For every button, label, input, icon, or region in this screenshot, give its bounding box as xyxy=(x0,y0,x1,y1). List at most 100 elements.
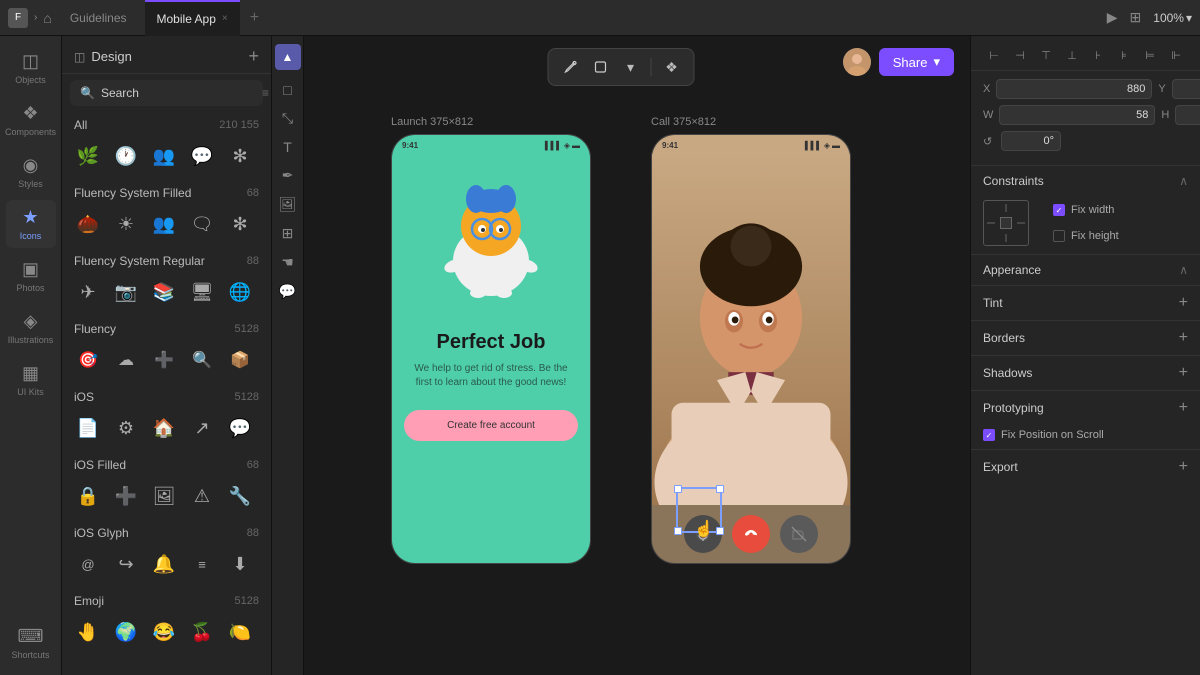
icon-cell[interactable]: 🌐 xyxy=(222,274,258,310)
icon-cell[interactable]: 🔔 xyxy=(146,546,182,582)
sidebar-item-illustrations[interactable]: ◈ Illustrations xyxy=(6,304,56,352)
icon-cell[interactable]: 📚 xyxy=(146,274,182,310)
icon-cell[interactable]: 🗨 xyxy=(184,206,220,242)
shadows-section-header[interactable]: Shadows + xyxy=(971,355,1200,390)
icon-cell[interactable]: 🍒 xyxy=(184,614,220,650)
icon-cell[interactable]: ☀ xyxy=(108,206,144,242)
comment-tool[interactable]: 💬 xyxy=(275,279,300,304)
icon-cell[interactable]: ⚠ xyxy=(184,478,220,514)
pen-tool[interactable]: ✒ xyxy=(278,163,298,188)
play-icon[interactable]: ▶ xyxy=(1107,9,1118,26)
icon-cell[interactable]: 🖥 xyxy=(184,274,220,310)
home-icon[interactable]: ⌂ xyxy=(43,10,51,26)
icon-cell[interactable]: 🖼 xyxy=(146,478,182,514)
select-tool[interactable]: ▲ xyxy=(275,44,301,70)
constraints-section-header[interactable]: Constraints ∧ xyxy=(971,166,1200,196)
icon-cell[interactable]: 🤚 xyxy=(70,614,106,650)
icon-cell[interactable]: 🌍 xyxy=(108,614,144,650)
scale-tool[interactable]: ⤡ xyxy=(278,106,297,131)
icon-cell[interactable]: ↪ xyxy=(108,546,144,582)
w-input[interactable] xyxy=(999,105,1155,125)
icon-cell[interactable]: 🔧 xyxy=(222,478,258,514)
icon-cell[interactable]: 💬 xyxy=(222,410,258,446)
icon-cell[interactable]: 💬 xyxy=(184,138,220,174)
icon-cell[interactable]: @ xyxy=(70,546,106,582)
search-clear-icon[interactable]: ≡ xyxy=(262,86,269,100)
icon-cell[interactable]: ✻ xyxy=(222,206,258,242)
h-input[interactable] xyxy=(1175,105,1200,125)
zoom-control[interactable]: 100% ▾ xyxy=(1153,11,1192,25)
launch-cta-button[interactable]: Create free account xyxy=(404,410,578,441)
frame-picker-button[interactable] xyxy=(587,53,615,81)
end-call-button[interactable] xyxy=(732,515,770,553)
icon-cell[interactable]: ➕ xyxy=(108,478,144,514)
sidebar-item-shortcuts[interactable]: ⌨ Shortcuts xyxy=(6,619,56,667)
icon-cell[interactable]: ⚙ xyxy=(108,410,144,446)
tint-add-icon[interactable]: + xyxy=(1179,294,1188,312)
call-phone-frame[interactable]: ☝ 9:41 ▌▌▌ ◈ ▬ ‹ xyxy=(651,134,851,564)
sidebar-item-styles[interactable]: ◉ Styles xyxy=(6,148,56,196)
sidebar-item-photos[interactable]: ▣ Photos xyxy=(6,252,56,300)
app-logo[interactable]: F xyxy=(8,8,28,28)
icon-cell[interactable]: 🍋 xyxy=(222,614,258,650)
text-tool[interactable]: T xyxy=(279,135,296,159)
icon-cell[interactable]: ➕ xyxy=(146,342,182,378)
tint-section-header[interactable]: Tint + xyxy=(971,285,1200,320)
icon-cell[interactable]: 👥 xyxy=(146,138,182,174)
sidebar-item-uikits[interactable]: ▦ UI Kits xyxy=(6,356,56,404)
icon-cell[interactable]: 🌰 xyxy=(70,206,106,242)
add-tab-button[interactable]: + xyxy=(246,9,263,27)
appearance-section-header[interactable]: Apperance ∧ xyxy=(971,254,1200,285)
camera-off-button[interactable] xyxy=(780,515,818,553)
borders-add-icon[interactable]: + xyxy=(1179,329,1188,347)
close-tab-icon[interactable]: × xyxy=(222,13,228,24)
icon-cell[interactable]: ✻ xyxy=(222,138,258,174)
sidebar-item-components[interactable]: ❖ Components xyxy=(6,96,56,144)
y-input[interactable] xyxy=(1172,79,1200,99)
hand-tool[interactable]: ☚ xyxy=(277,250,298,275)
icon-cell[interactable]: 📦 xyxy=(222,342,258,378)
icon-cell[interactable]: 📷 xyxy=(108,274,144,310)
icon-cell[interactable]: 🕐 xyxy=(108,138,144,174)
prototyping-section-header[interactable]: Prototyping + xyxy=(971,390,1200,425)
mute-button[interactable] xyxy=(684,515,722,553)
launch-phone-frame[interactable]: 9:41 ▌▌▌ ◈ ▬ xyxy=(391,134,591,564)
icon-cell[interactable]: 📄 xyxy=(70,410,106,446)
distribute-h-button[interactable]: ⊥ xyxy=(1061,44,1083,66)
icon-cell[interactable]: 😂 xyxy=(146,614,182,650)
x-input[interactable] xyxy=(996,79,1152,99)
borders-section-header[interactable]: Borders + xyxy=(971,320,1200,355)
search-input[interactable] xyxy=(101,86,256,100)
align-bottom-button[interactable]: ⊨ xyxy=(1139,44,1161,66)
icon-cell[interactable]: ↗ xyxy=(184,410,220,446)
icon-cell[interactable]: ☁ xyxy=(108,342,144,378)
align-center-v-button[interactable]: ⊧ xyxy=(1113,44,1135,66)
prototyping-add-icon[interactable]: + xyxy=(1179,399,1188,417)
sidebar-item-objects[interactable]: ◫ Objects xyxy=(6,44,56,92)
grid-icon[interactable]: ⊞ xyxy=(1130,9,1142,26)
align-right-button[interactable]: ⊤ xyxy=(1035,44,1057,66)
frame-tool[interactable]: □ xyxy=(279,78,295,102)
sidebar-item-icons[interactable]: ★ Icons xyxy=(6,200,56,248)
angle-input[interactable] xyxy=(1001,131,1061,151)
share-button[interactable]: Share ▾ xyxy=(879,48,954,76)
frame-dropdown[interactable]: ▾ xyxy=(617,53,645,81)
fix-height-checkbox[interactable] xyxy=(1053,230,1065,242)
export-section-header[interactable]: Export + xyxy=(971,449,1200,484)
icon-cell[interactable]: 🌿 xyxy=(70,138,106,174)
icon-cell[interactable]: ✈ xyxy=(70,274,106,310)
icon-cell[interactable]: ⬇ xyxy=(222,546,258,582)
tab-mobile-app[interactable]: Mobile App × xyxy=(145,0,240,36)
distribute-v-button[interactable]: ⊩ xyxy=(1165,44,1187,66)
icon-cell[interactable]: ≡ xyxy=(184,546,220,582)
icon-cell[interactable]: 🔒 xyxy=(70,478,106,514)
align-center-h-button[interactable]: ⊣ xyxy=(1009,44,1031,66)
icon-cell[interactable]: 👥 xyxy=(146,206,182,242)
icon-cell[interactable]: 🎯 xyxy=(70,342,106,378)
fix-position-checkbox[interactable]: ✓ xyxy=(983,429,995,441)
add-design-button[interactable]: + xyxy=(248,46,259,67)
icon-cell[interactable]: 🔍 xyxy=(184,342,220,378)
pen-button[interactable] xyxy=(557,53,585,81)
tab-guidelines[interactable]: Guidelines xyxy=(58,0,139,36)
grid-tool[interactable]: ⊞ xyxy=(278,221,298,246)
